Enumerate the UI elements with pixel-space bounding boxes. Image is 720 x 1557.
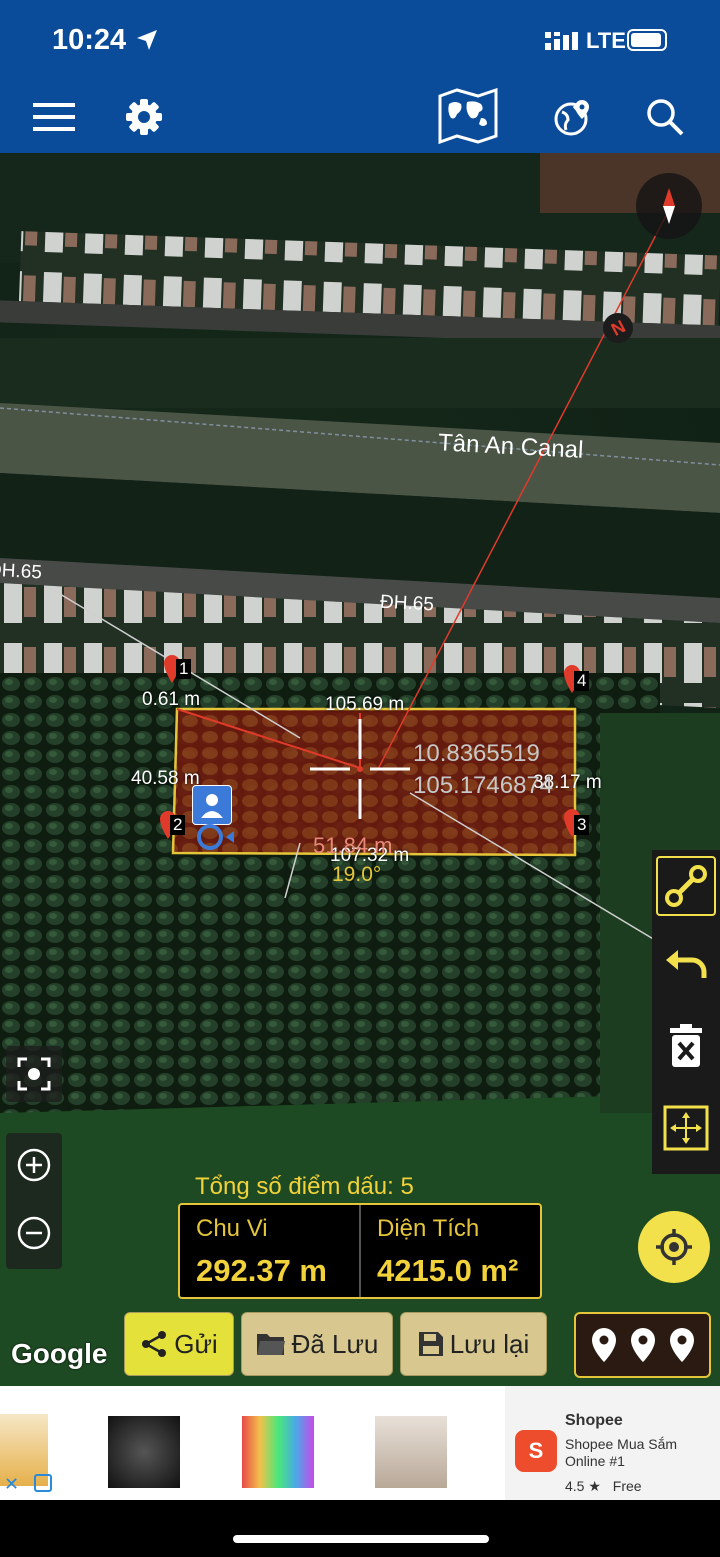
heading-icon — [197, 824, 234, 850]
map-pin-icon — [669, 1328, 694, 1362]
plus-circle-icon — [17, 1148, 51, 1181]
shopee-bag-icon: S — [528, 1438, 544, 1463]
zoom-in-button[interactable] — [17, 1148, 51, 1187]
bearing-angle: 19.0° — [332, 863, 382, 886]
draw-line-button[interactable] — [656, 856, 716, 916]
map-type-button[interactable] — [436, 86, 500, 146]
shopee-ad[interactable]: Shopee S Shopee Mua Sắm Online #1 4.5 ★ … — [505, 1386, 720, 1500]
marker-count-label: Tổng số điểm dấu: 5 — [195, 1173, 414, 1200]
ad-product-image — [375, 1416, 447, 1488]
send-label: Gửi — [174, 1328, 218, 1359]
map-pin-icon — [630, 1328, 655, 1362]
send-button[interactable]: Gửi — [124, 1312, 234, 1376]
area-value: 4215.0 m² — [377, 1253, 519, 1288]
trash-icon — [670, 1024, 702, 1067]
road-label: ĐH.65 — [0, 559, 43, 584]
fit-bounds-button[interactable] — [656, 1098, 716, 1158]
save-label: Lưu lại — [449, 1328, 530, 1359]
road-label: ĐH.65 — [379, 591, 435, 616]
perimeter-value: 292.37 m — [196, 1253, 327, 1288]
gear-icon — [126, 99, 162, 135]
focus-icon — [17, 1057, 51, 1091]
my-location-button[interactable] — [638, 1211, 710, 1283]
vertex-label: 2 — [170, 815, 186, 835]
crosshair-icon — [656, 1229, 692, 1265]
undo-icon — [666, 950, 707, 978]
zoom-out-button[interactable] — [17, 1216, 51, 1255]
measurement-summary: Chu Vi 292.37 m Diện Tích 4215.0 m² — [178, 1203, 542, 1299]
person-icon — [192, 785, 232, 825]
satellite-map[interactable]: Tân An Canal ĐH.65 ĐH.65 N 1 2 3 4 0.61 … — [0, 153, 720, 1386]
home-indicator[interactable] — [233, 1535, 489, 1543]
home-bar — [0, 1500, 720, 1557]
undo-button[interactable] — [656, 936, 716, 996]
center-latitude: 10.8365519 — [413, 740, 540, 767]
focus-button[interactable] — [6, 1046, 62, 1102]
area-cell: Diện Tích 4215.0 m² — [359, 1205, 540, 1297]
center-longitude: 105.1746874 — [413, 772, 554, 799]
user-location-marker — [192, 785, 236, 851]
price-label: Free — [612, 1478, 642, 1494]
menu-button[interactable] — [29, 92, 79, 142]
floppy-disk-icon — [418, 1332, 443, 1356]
search-button[interactable] — [640, 92, 690, 142]
perimeter-cell: Chu Vi 292.37 m — [180, 1205, 359, 1297]
expand-icon — [663, 1105, 709, 1151]
settings-button[interactable] — [119, 92, 169, 142]
ad-banner[interactable]: ✕ Shopee S Shopee Mua Sắm Online #1 4.5 … — [0, 1386, 720, 1500]
map-pin-icon — [591, 1328, 616, 1362]
menu-icon — [33, 103, 75, 131]
vertex-marker-4[interactable]: 4 — [564, 665, 592, 705]
status-bar: 10:24 LTE — [0, 0, 720, 80]
folder-icon — [256, 1334, 285, 1355]
rating-value: 4.5 ★ — [565, 1478, 601, 1494]
north-label: N — [607, 315, 629, 340]
zoom-controls — [6, 1133, 62, 1269]
minus-circle-icon — [17, 1216, 51, 1249]
side-left-length: 40.58 m — [131, 768, 200, 789]
globe-pin-icon — [554, 100, 589, 136]
saved-button[interactable]: Đã Lưu — [241, 1312, 393, 1376]
shopee-brand: Shopee — [565, 1412, 623, 1429]
shopee-title: Shopee Mua Sắm Online #1 — [565, 1436, 678, 1469]
location-arrow-icon — [137, 30, 157, 50]
vertex-label: 1 — [176, 659, 192, 679]
ad-product-image — [108, 1416, 180, 1488]
network-type: LTE — [586, 28, 626, 53]
saved-label: Đã Lưu — [291, 1328, 379, 1359]
battery-icon — [627, 29, 667, 51]
area-title: Diện Tích — [377, 1215, 480, 1242]
save-button[interactable]: Lưu lại — [400, 1312, 547, 1376]
compass-icon — [663, 188, 675, 224]
side-top-length: 105.69 m — [325, 694, 405, 715]
vertex-label: 4 — [574, 671, 590, 691]
adchoices-icon[interactable] — [34, 1474, 52, 1492]
globe-location-button[interactable] — [548, 92, 598, 142]
share-icon — [142, 1331, 167, 1357]
markers-button[interactable] — [574, 1312, 711, 1378]
perimeter-title: Chu Vi — [196, 1215, 268, 1242]
world-map-icon — [438, 88, 498, 144]
search-icon — [647, 99, 684, 136]
vertex-marker-3[interactable]: 3 — [564, 809, 592, 849]
vertex-label: 3 — [574, 815, 590, 835]
status-time: 10:24 — [52, 24, 127, 56]
vertex-marker-2[interactable]: 2 — [160, 811, 188, 851]
ad-product-image — [242, 1416, 314, 1488]
compass-button[interactable] — [636, 173, 702, 239]
delete-button[interactable] — [656, 1016, 716, 1076]
north-marker: N — [603, 313, 633, 343]
signal-icon — [545, 32, 578, 50]
google-attribution: Google — [11, 1338, 108, 1369]
segment-length-label: 0.61 m — [142, 689, 201, 710]
shopee-app-icon: S — [515, 1430, 557, 1472]
ad-close-icon[interactable]: ✕ — [4, 1474, 19, 1495]
tool-panel — [652, 850, 720, 1174]
diagonal-length: 51.84 m — [313, 833, 393, 858]
polyline-icon — [665, 865, 707, 907]
top-toolbar — [0, 80, 720, 153]
shopee-rating: 4.5 ★ Free — [565, 1478, 642, 1495]
